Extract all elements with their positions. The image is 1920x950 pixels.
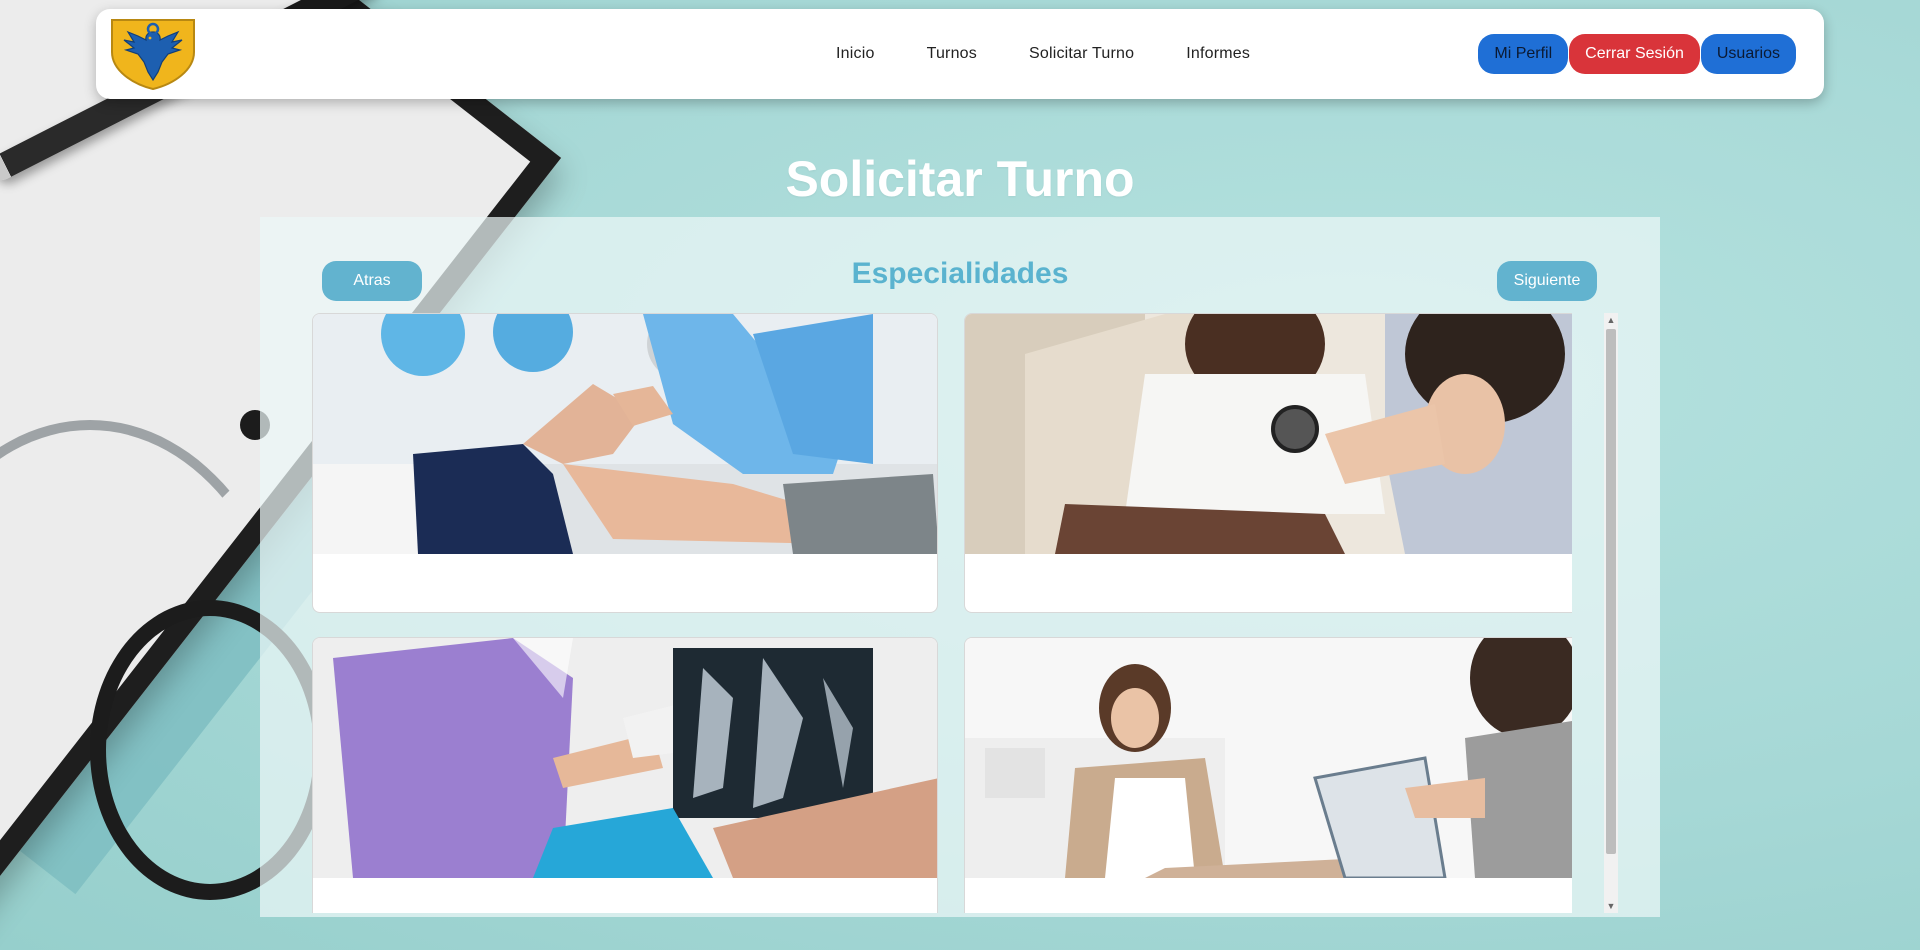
psychology-consultation-photo	[965, 638, 1572, 878]
card-body	[965, 878, 1572, 913]
specialty-card[interactable]	[964, 313, 1572, 613]
cards-scrollbar[interactable]: ▲ ▼	[1604, 313, 1618, 913]
physiotherapy-knee-photo	[313, 314, 937, 554]
traumatology-xray-photo	[313, 638, 937, 878]
nav-link-turnos[interactable]: Turnos	[927, 45, 977, 63]
specialty-card[interactable]	[964, 637, 1572, 913]
shield-eagle-logo-icon[interactable]	[108, 18, 198, 91]
card-body	[965, 554, 1572, 612]
specialties-panel: Atras Especialidades Siguiente ▲ ▼	[260, 217, 1660, 917]
specialty-card[interactable]	[312, 313, 938, 613]
page-title: Solicitar Turno	[785, 151, 1135, 207]
top-navbar: Inicio Turnos Solicitar Turno Informes M…	[96, 9, 1824, 99]
specialty-card-grid	[312, 313, 1572, 913]
main-nav: Inicio Turnos Solicitar Turno Informes	[836, 9, 1302, 99]
section-heading: Especialidades	[851, 257, 1069, 290]
pediatrics-stethoscope-photo	[965, 314, 1572, 554]
card-body	[313, 878, 937, 913]
card-body	[313, 554, 937, 612]
next-button[interactable]: Siguiente	[1497, 261, 1597, 301]
users-button[interactable]: Usuarios	[1700, 34, 1796, 74]
nav-link-solicitar-turno[interactable]: Solicitar Turno	[1029, 45, 1134, 63]
scroll-thumb[interactable]	[1606, 329, 1616, 854]
logout-button[interactable]: Cerrar Sesión	[1569, 34, 1700, 74]
scroll-up-arrow-icon[interactable]: ▲	[1604, 313, 1618, 327]
nav-actions: Mi Perfil Cerrar Sesión Usuarios	[1477, 34, 1796, 74]
specialty-card[interactable]	[312, 637, 938, 913]
nav-link-inicio[interactable]: Inicio	[836, 45, 875, 63]
nav-link-informes[interactable]: Informes	[1186, 45, 1250, 63]
scroll-down-arrow-icon[interactable]: ▼	[1604, 899, 1618, 913]
profile-button[interactable]: Mi Perfil	[1478, 34, 1569, 74]
